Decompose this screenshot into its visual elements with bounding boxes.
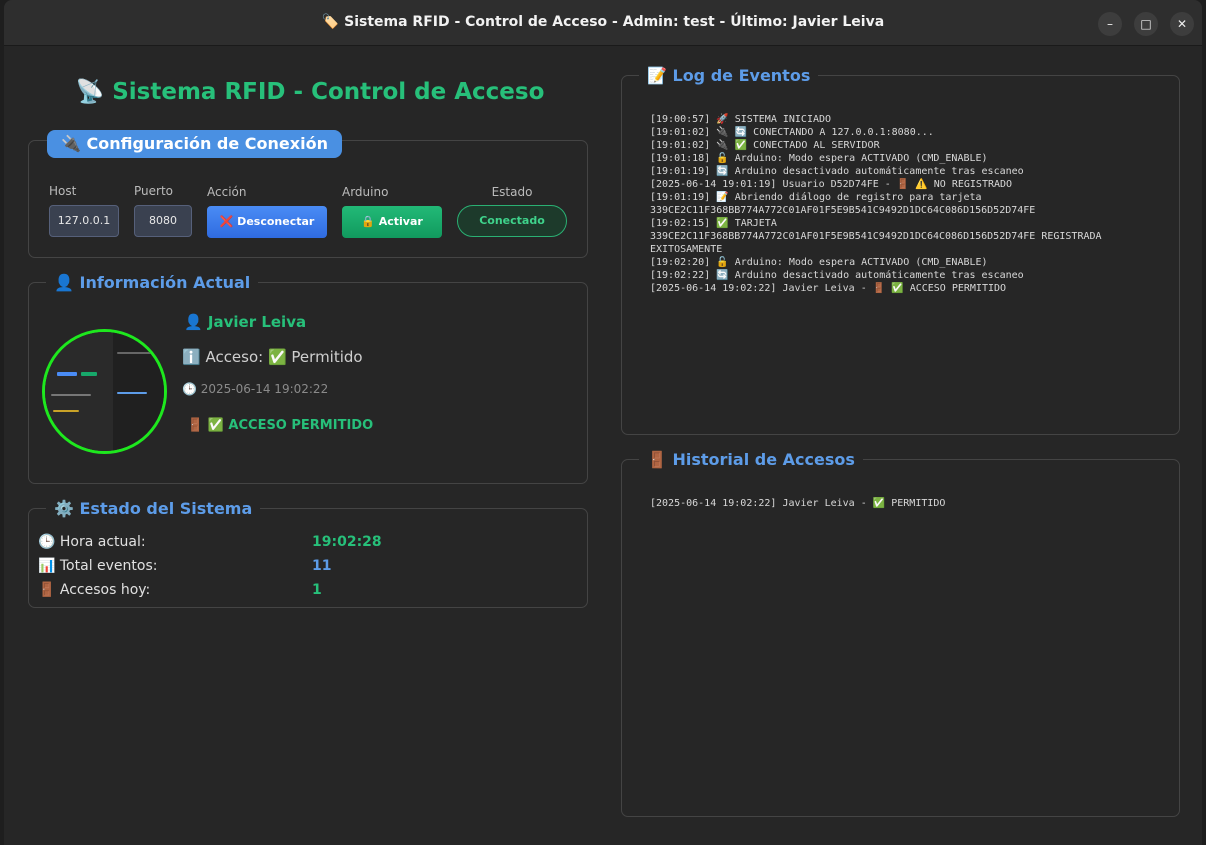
- status-row-label: 📊 Total eventos:: [38, 558, 158, 574]
- access-history-legend: 🚪 Historial de Accesos: [639, 450, 863, 469]
- access-result: 🚪 ✅ ACCESO PERMITIDO: [187, 418, 374, 433]
- log-line: [19:02:22] 🔄 Arduino desactivado automát…: [650, 270, 1024, 281]
- log-line: [19:01:19] 📝 Abriendo diálogo de registr…: [650, 192, 982, 203]
- access-history-panel: [621, 459, 1180, 817]
- event-log-text[interactable]: [19:00:57] 🚀 SISTEMA INICIADO [19:01:02]…: [650, 113, 1170, 295]
- photo-detail-yellow: [53, 410, 79, 412]
- log-line: [19:01:02] 🔌 🔄 CONECTANDO A 127.0.0.1:80…: [650, 127, 934, 138]
- connection-status-badge: Conectado: [457, 205, 567, 237]
- access-history-text[interactable]: [2025-06-14 19:02:22] Javier Leiva - ✅ P…: [650, 497, 1170, 510]
- maximize-button[interactable]: □: [1134, 12, 1158, 36]
- current-user-name: 👤 Javier Leiva: [184, 313, 307, 331]
- photo-thumb-left: [45, 332, 113, 451]
- app-title: 📡 Sistema RFID - Control de Acceso: [75, 79, 545, 105]
- log-line: [19:00:57] 🚀 SISTEMA INICIADO: [650, 114, 832, 125]
- connection-legend: 🔌 Configuración de Conexión: [47, 130, 342, 158]
- total-events-value: 11: [312, 558, 332, 574]
- current-time-value: 19:02:28: [312, 534, 382, 550]
- host-label: Host: [49, 184, 77, 198]
- port-label: Puerto: [134, 184, 173, 198]
- access-status: ℹ️ Acceso: ✅ Permitido: [182, 348, 363, 366]
- user-photo: [42, 329, 167, 454]
- status-label: Estado: [491, 185, 533, 199]
- photo-detail-line: [51, 394, 91, 396]
- port-input[interactable]: 8080: [134, 205, 192, 237]
- log-line: [19:02:20] 🔓 Arduino: Modo espera ACTIVA…: [650, 257, 988, 268]
- status-row-label: 🕒 Hora actual:: [38, 534, 146, 550]
- photo-detail-blue: [57, 372, 77, 376]
- system-status-legend: ⚙️ Estado del Sistema: [46, 499, 261, 518]
- action-label: Acción: [207, 185, 247, 199]
- log-line: [19:01:19] 🔄 Arduino desactivado automát…: [650, 166, 1024, 177]
- arduino-activate-button[interactable]: 🔒 Activar: [342, 206, 442, 238]
- status-row-label: 🚪 Accesos hoy:: [38, 582, 151, 598]
- event-log-legend: 📝 Log de Eventos: [639, 66, 819, 85]
- current-info-legend: 👤 Información Actual: [46, 273, 259, 292]
- photo-detail-green: [81, 372, 97, 376]
- app-window: 🏷️ Sistema RFID - Control de Acceso - Ad…: [4, 0, 1202, 845]
- photo-detail-history: [117, 392, 147, 394]
- log-line: [19:02:15] ✅ TARJETA: [650, 218, 777, 229]
- log-line: [19:01:02] 🔌 ✅ CONECTADO AL SERVIDOR: [650, 140, 880, 151]
- log-line: [2025-06-14 19:02:22] Javier Leiva - 🚪 ✅…: [650, 283, 1007, 294]
- log-line: [19:01:18] 🔓 Arduino: Modo espera ACTIVA…: [650, 153, 988, 164]
- access-timestamp: 🕒 2025-06-14 19:02:22: [182, 382, 329, 396]
- accesses-today-value: 1: [312, 582, 322, 598]
- log-line: EXITOSAMENTE: [650, 244, 723, 255]
- window-title: 🏷️ Sistema RFID - Control de Acceso - Ad…: [321, 14, 885, 30]
- photo-detail-log: [117, 352, 157, 354]
- log-line: [2025-06-14 19:01:19] Usuario D52D74FE -…: [650, 179, 1013, 190]
- log-line: 339CE2C11F368BB774A772C01AF01F5E9B541C94…: [650, 231, 1102, 242]
- title-bar: 🏷️ Sistema RFID - Control de Acceso - Ad…: [4, 0, 1202, 46]
- minimize-button[interactable]: –: [1098, 12, 1122, 36]
- disconnect-button[interactable]: ❌ Desconectar: [207, 206, 327, 238]
- log-line: 339CE2C11F368BB774A772C01AF01F5E9B541C94…: [650, 205, 1036, 216]
- arduino-label: Arduino: [342, 185, 389, 199]
- history-line: [2025-06-14 19:02:22] Javier Leiva - ✅ P…: [650, 498, 946, 509]
- host-input[interactable]: 127.0.0.1: [49, 205, 119, 237]
- close-button[interactable]: ✕: [1170, 12, 1194, 36]
